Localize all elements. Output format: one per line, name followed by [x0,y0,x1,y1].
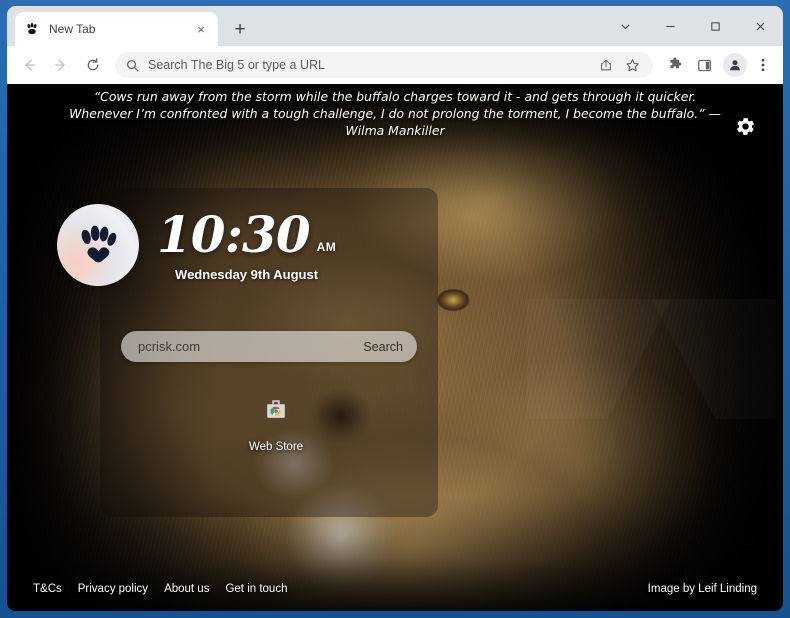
footer-link-tcs[interactable]: T&Cs [33,583,62,595]
image-credit: Image by Leif Linding [647,583,757,595]
browser-window: New Tab × + Search The Big 5 or type a U… [0,0,790,618]
clock-date: Wednesday 9th August [175,266,319,282]
footer-link-privacy-policy[interactable]: Privacy policy [78,583,148,595]
shortcut-web-store[interactable]: Web Store [236,396,316,453]
maximize-icon[interactable] [693,6,738,46]
search-submit-button[interactable]: Search [363,340,403,354]
clock-time: 10:30 [157,204,311,264]
address-bar-actions [595,54,643,76]
new-tab-button[interactable]: + [226,15,254,43]
footer-links: T&Cs Privacy policy About us Get in touc… [33,583,287,595]
tab-title: New Tab [49,22,96,36]
paw-print-logo-icon [57,204,139,286]
back-arrow-icon[interactable] [15,51,43,79]
new-tab-page: “Cows run away from the storm while the … [7,84,783,611]
clock-block: 10:30 AM Wednesday 9th August [157,204,337,282]
browser-window-inner: New Tab × + Search The Big 5 or type a U… [7,6,783,611]
tab-strip: New Tab × + [7,6,783,46]
minimize-icon[interactable] [648,6,693,46]
search-box[interactable]: pcrisk.com Search [121,331,417,362]
profile-avatar-icon[interactable] [723,53,747,77]
page-footer: T&Cs Privacy policy About us Get in touc… [7,567,783,611]
browser-toolbar: Search The Big 5 or type a URL [7,46,783,84]
address-bar[interactable]: Search The Big 5 or type a URL [115,52,653,78]
paw-print-icon [24,21,40,37]
search-input[interactable]: pcrisk.com [138,339,363,354]
address-bar-placeholder: Search The Big 5 or type a URL [148,58,325,72]
star-icon[interactable] [621,54,643,76]
clock-widget: 10:30 AM Wednesday 9th August [57,204,336,286]
share-icon[interactable] [595,54,617,76]
reload-icon[interactable] [79,51,107,79]
window-controls [603,6,783,46]
browser-tab-new-tab[interactable]: New Tab × [15,12,218,46]
forward-arrow-icon[interactable] [47,51,75,79]
clock-meridiem: AM [316,239,337,254]
close-icon[interactable]: × [193,21,209,37]
quote-text: “Cows run away from the storm while the … [69,88,721,138]
puzzle-piece-icon[interactable] [662,52,688,78]
search-icon [125,58,139,72]
footer-link-about-us[interactable]: About us [164,583,209,595]
gear-icon[interactable] [733,114,757,138]
clock-time-row: 10:30 AM [157,204,337,264]
three-dot-menu-icon[interactable] [751,52,775,78]
side-panel-icon[interactable] [691,52,717,78]
quote-banner: “Cows run away from the storm while the … [7,84,783,142]
close-icon[interactable] [738,6,783,46]
footer-link-get-in-touch[interactable]: Get in touch [225,583,287,595]
chevron-down-icon[interactable] [603,6,648,46]
chrome-web-store-icon [263,396,289,422]
shortcut-label: Web Store [248,441,304,453]
